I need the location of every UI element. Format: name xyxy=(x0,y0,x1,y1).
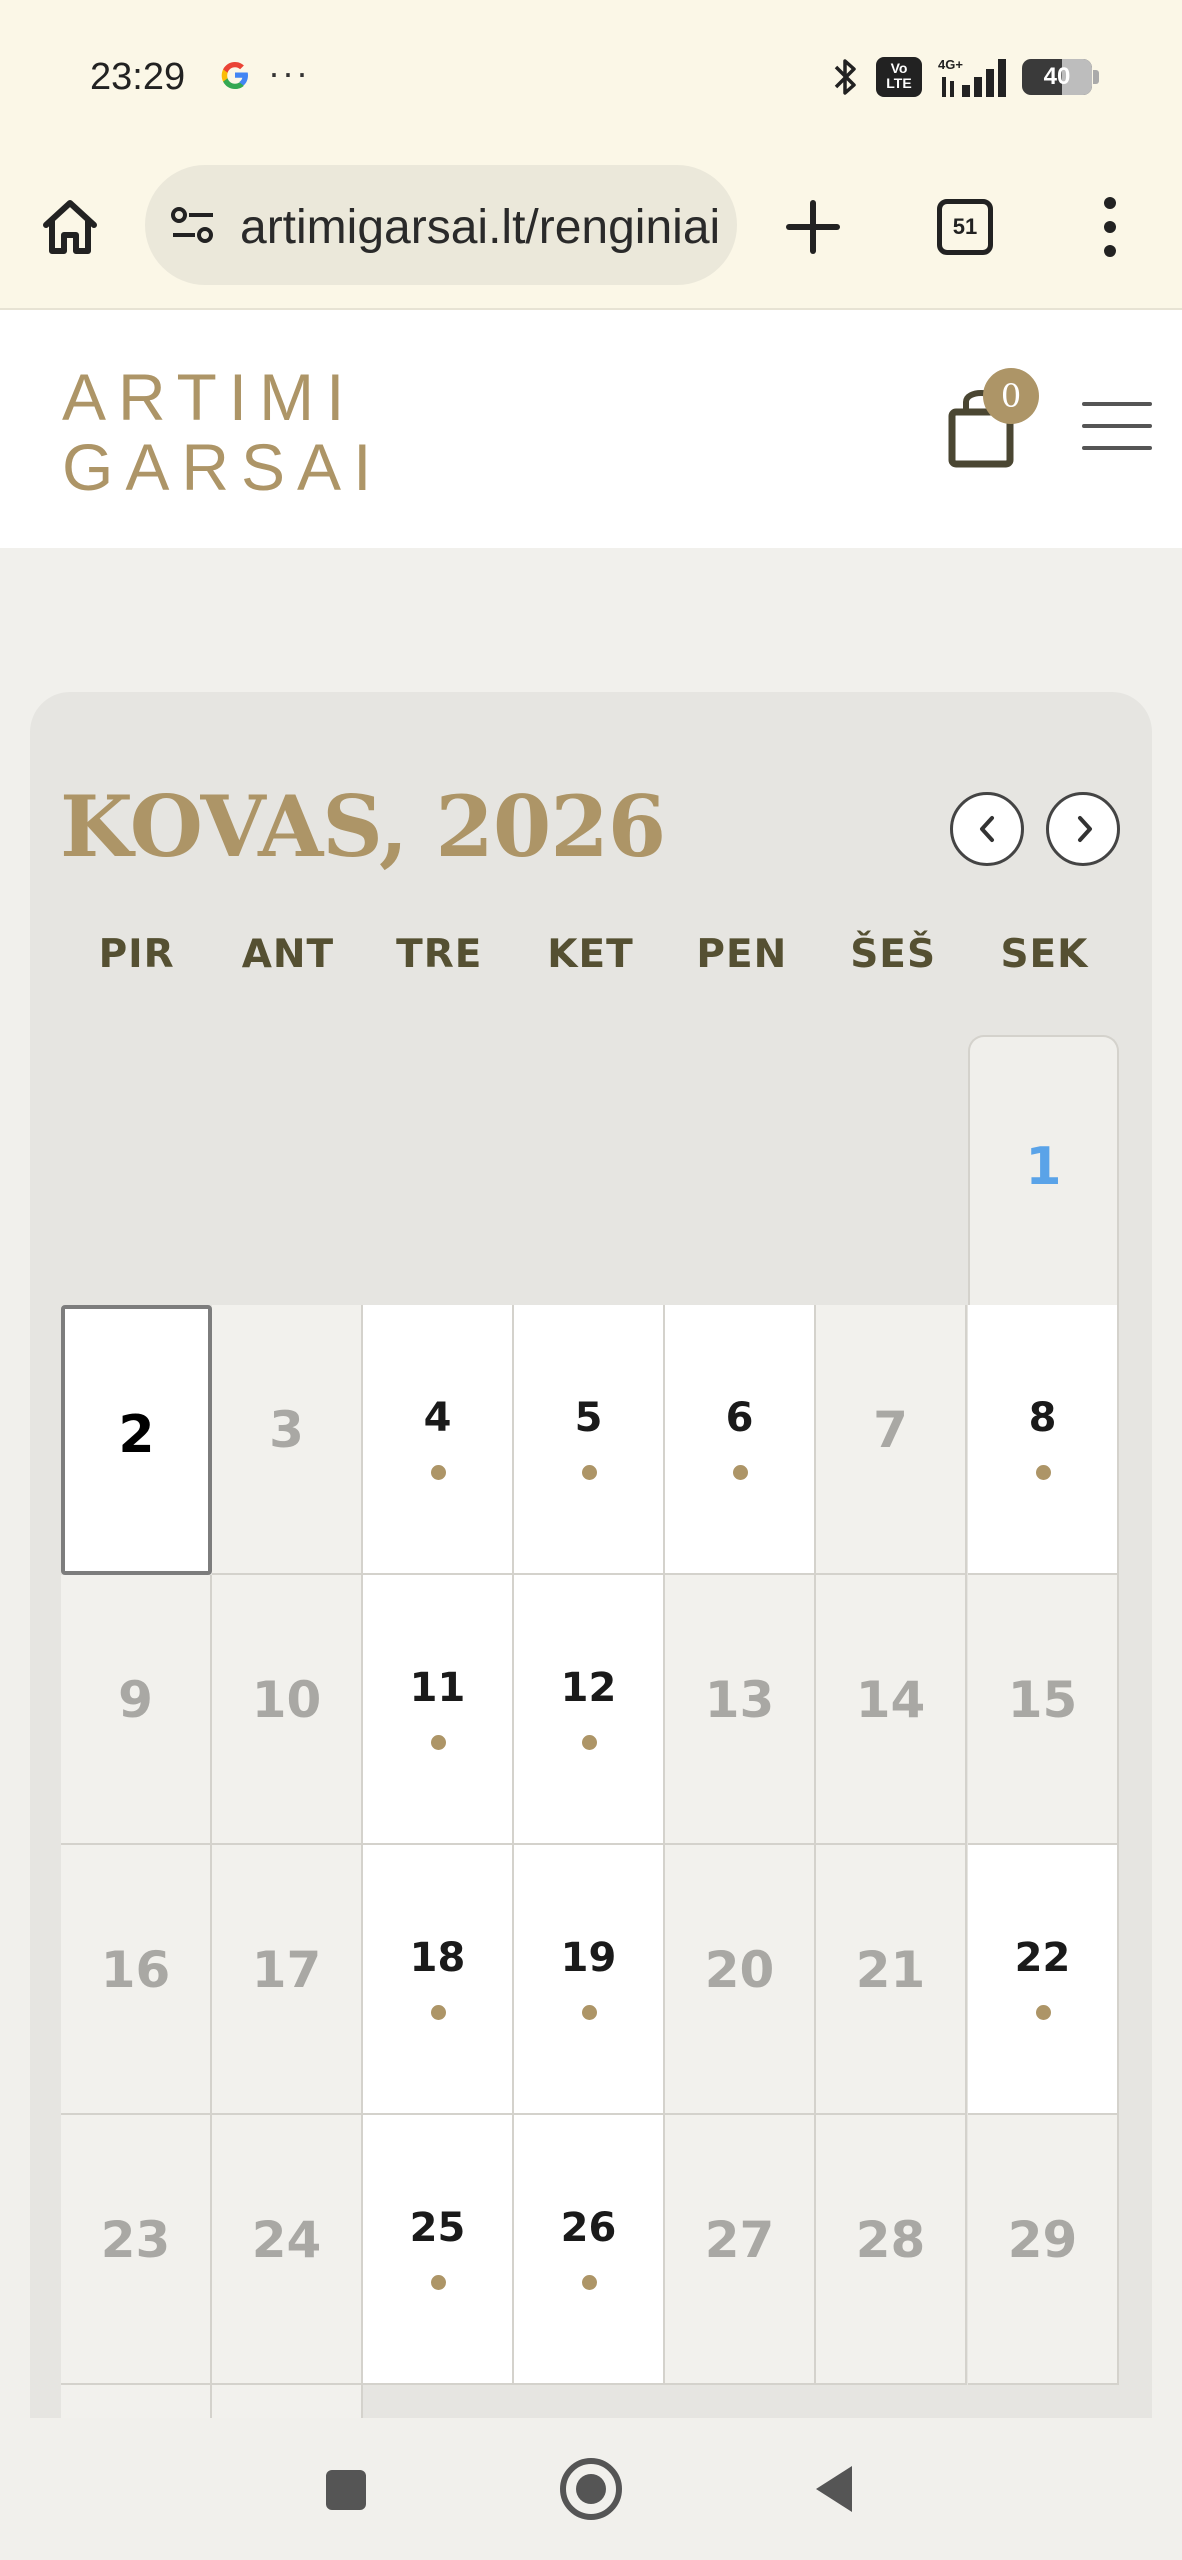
day-cell-4[interactable]: 4 xyxy=(363,1305,514,1575)
google-icon xyxy=(221,62,248,89)
day-cell-9: 9 xyxy=(61,1575,212,1845)
browser-menu-icon[interactable] xyxy=(1090,195,1130,259)
chevron-right-icon xyxy=(1078,816,1092,842)
event-dot xyxy=(582,1465,597,1480)
weekday-label: TRE xyxy=(396,932,483,977)
site-header: ARTIMI GARSAI 0 xyxy=(0,310,1182,548)
status-time: 23:29 xyxy=(90,56,186,98)
url-text[interactable]: artimigarsai.lt/renginiai xyxy=(240,200,720,255)
day-cell-22[interactable]: 22 xyxy=(968,1845,1119,2115)
calendar-month-title: KOVAS, 2026 xyxy=(60,777,666,876)
weekday-header: PIR ANT TRE KET PEN ŠEŠ SEK xyxy=(61,932,1120,1002)
day-cell-25[interactable]: 25 xyxy=(363,2115,514,2385)
battery-level: 40 xyxy=(1043,63,1071,90)
day-cell-18[interactable]: 18 xyxy=(363,1845,514,2115)
day-cell-27: 27 xyxy=(665,2115,816,2385)
day-cell-11[interactable]: 11 xyxy=(363,1575,514,1845)
day-cell-17: 17 xyxy=(212,1845,363,2115)
weekday-label: ŠEŠ xyxy=(850,932,937,977)
more-notifications-icon: ··· xyxy=(268,52,310,93)
event-dot xyxy=(733,1465,748,1480)
event-dot xyxy=(431,1735,446,1750)
site-settings-icon[interactable] xyxy=(169,205,219,245)
events-calendar: KOVAS, 2026 PIR ANT TRE KET PEN ŠEŠ SEK … xyxy=(30,692,1152,2425)
day-cell-16: 16 xyxy=(61,1845,212,2115)
day-cell-today[interactable]: 2 xyxy=(61,1305,212,1575)
event-dot xyxy=(582,1735,597,1750)
tab-switcher-button[interactable]: 51 xyxy=(937,199,993,255)
weekday-label: ANT xyxy=(241,932,335,977)
weekday-label: SEK xyxy=(1000,932,1089,977)
event-dot xyxy=(1036,1465,1051,1480)
day-cell-13: 13 xyxy=(665,1575,816,1845)
day-cell-1[interactable]: 1 xyxy=(968,1035,1119,1305)
logo-line-1: ARTIMI xyxy=(62,360,357,434)
day-cell-26[interactable]: 26 xyxy=(514,2115,665,2385)
day-cell-3: 3 xyxy=(212,1305,363,1575)
day-cell-24: 24 xyxy=(212,2115,363,2385)
day-cell-19[interactable]: 19 xyxy=(514,1845,665,2115)
day-cell-15: 15 xyxy=(968,1575,1119,1845)
back-icon[interactable] xyxy=(810,2462,856,2516)
recent-apps-icon[interactable] xyxy=(326,2470,366,2510)
day-cell-5[interactable]: 5 xyxy=(514,1305,665,1575)
day-cell-23: 23 xyxy=(61,2115,212,2385)
day-cell-21: 21 xyxy=(816,1845,967,2115)
event-dot xyxy=(1036,2005,1051,2020)
day-cell-28: 28 xyxy=(816,2115,967,2385)
event-dot xyxy=(431,1465,446,1480)
day-cell-10: 10 xyxy=(212,1575,363,1845)
event-dot xyxy=(431,2275,446,2290)
battery-icon: 40 xyxy=(1022,59,1099,95)
new-tab-icon[interactable] xyxy=(785,199,841,255)
previous-month-button[interactable] xyxy=(950,792,1024,866)
event-dot xyxy=(431,2005,446,2020)
event-dot xyxy=(582,2005,597,2020)
signal-icon: 4G+ xyxy=(938,57,1006,97)
bluetooth-icon xyxy=(834,59,856,95)
next-month-button[interactable] xyxy=(1046,792,1120,866)
event-dot xyxy=(582,2275,597,2290)
weekday-label: PIR xyxy=(98,932,175,977)
day-cell-20: 20 xyxy=(665,1845,816,2115)
weekday-label: KET xyxy=(547,932,634,977)
home-icon[interactable] xyxy=(38,195,102,259)
day-cell-14: 14 xyxy=(816,1575,967,1845)
home-nav-icon[interactable] xyxy=(560,2458,622,2520)
logo-line-2: GARSAI xyxy=(62,430,384,504)
address-bar[interactable]: artimigarsai.lt/renginiai xyxy=(145,165,737,285)
day-cell-7: 7 xyxy=(816,1305,967,1575)
day-cell-12[interactable]: 12 xyxy=(514,1575,665,1845)
browser-toolbar: artimigarsai.lt/renginiai 51 xyxy=(0,155,1182,310)
day-cell-8[interactable]: 8 xyxy=(968,1305,1119,1575)
status-bar: 23:29 ··· Vo LTE 4G+ 40 xyxy=(0,0,1182,155)
hamburger-menu-icon[interactable] xyxy=(1082,402,1152,454)
svg-text:4G+: 4G+ xyxy=(938,57,963,72)
weekday-label: PEN xyxy=(696,932,788,977)
cart-count-badge: 0 xyxy=(983,368,1039,424)
day-cell-6[interactable]: 6 xyxy=(665,1305,816,1575)
chevron-left-icon xyxy=(980,816,994,842)
site-logo[interactable]: ARTIMI GARSAI xyxy=(62,362,383,502)
day-cell-29: 29 xyxy=(968,2115,1119,2385)
system-navigation-bar xyxy=(0,2418,1182,2560)
volte-icon: Vo LTE xyxy=(876,57,922,97)
